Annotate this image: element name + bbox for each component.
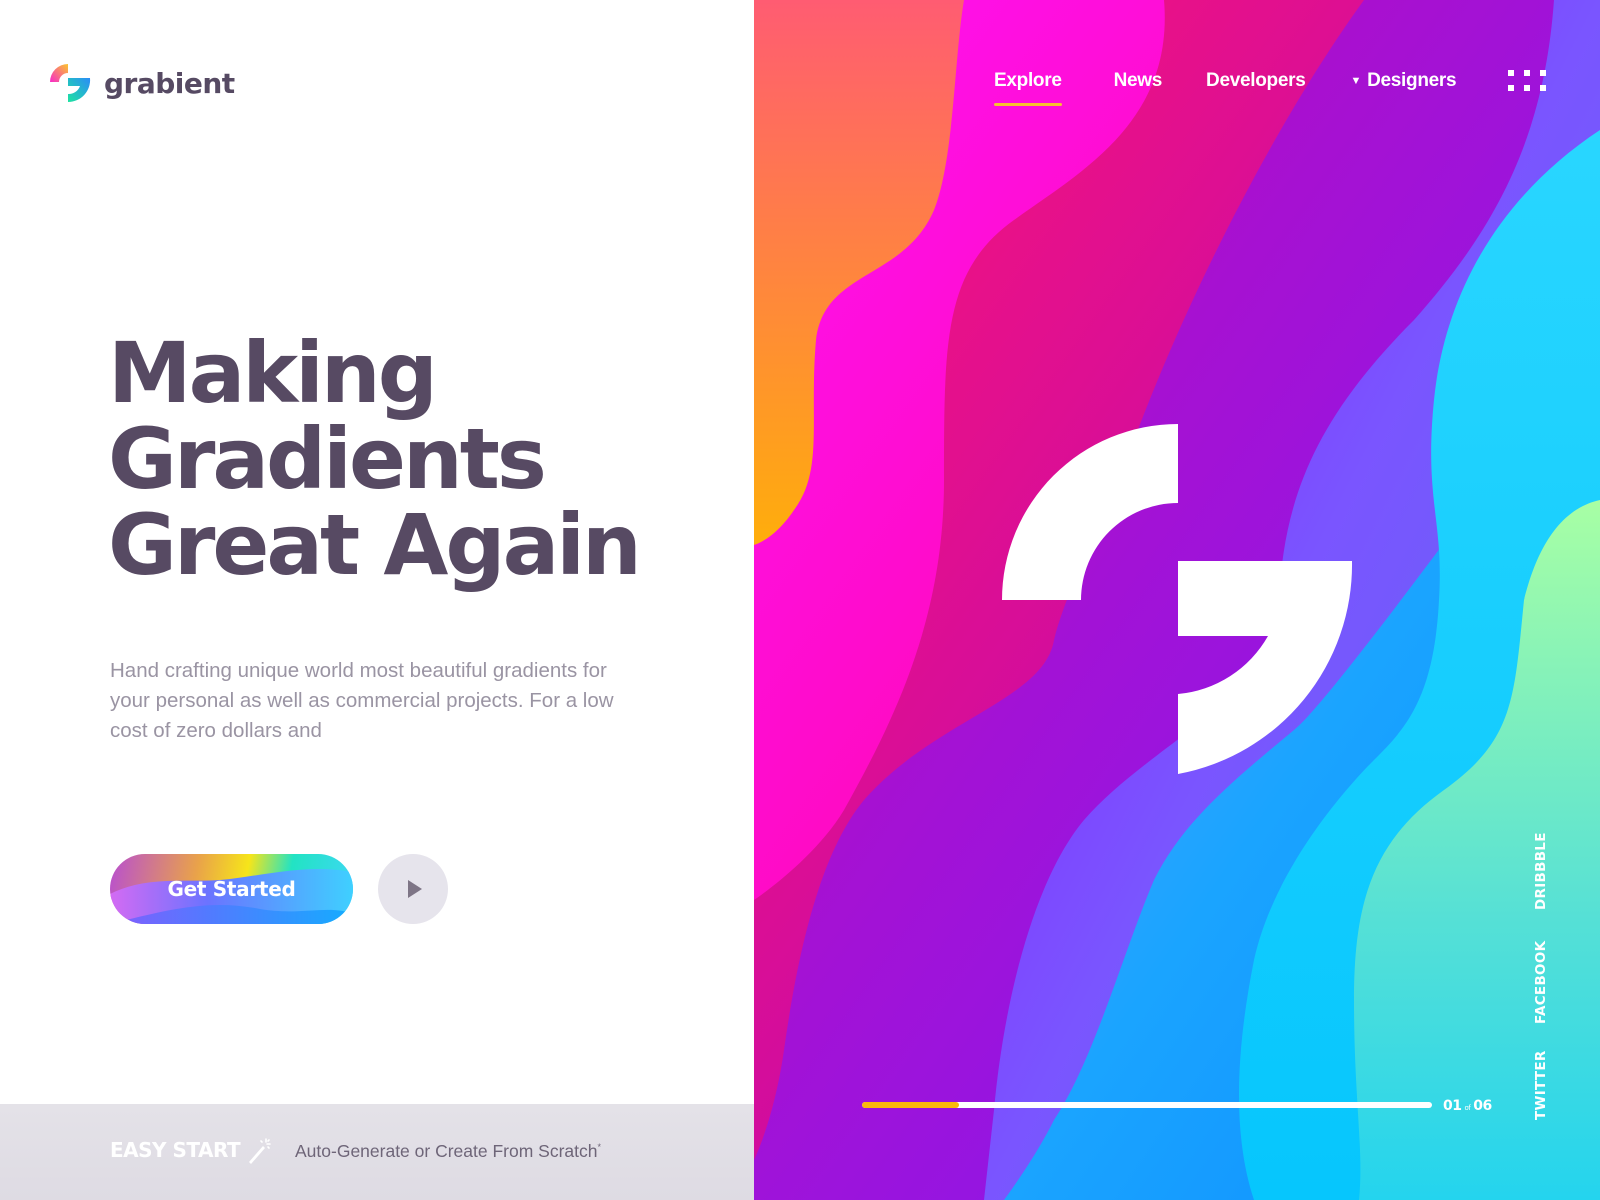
- headline-line-1: Making: [108, 324, 438, 422]
- grid-dots-icon[interactable]: [1508, 70, 1546, 92]
- easy-start-label[interactable]: EASY START: [110, 1138, 241, 1162]
- social-links: TWITTER FACEBOOK DRIBBBLE: [1533, 0, 1559, 1200]
- easy-start-tagline[interactable]: Auto-Generate or Create From Scratch*: [295, 1141, 601, 1162]
- get-started-label: Get Started: [167, 877, 296, 901]
- grabient-g-logo-icon: [50, 64, 91, 103]
- social-link-dribbble[interactable]: DRIBBBLE: [1533, 832, 1549, 910]
- tagline-text: Auto-Generate or Create From Scratch: [295, 1141, 598, 1161]
- slide-progress-bar[interactable]: [862, 1102, 1432, 1108]
- tagline-footnote-mark: *: [597, 1142, 601, 1153]
- headline-line-3: Great Again: [108, 496, 642, 594]
- nav-item-designers[interactable]: ▼ Designers: [1350, 70, 1456, 92]
- play-icon: [408, 880, 422, 898]
- slide-separator: of: [1464, 1104, 1471, 1112]
- get-started-button[interactable]: Get Started: [110, 854, 353, 924]
- magic-wand-icon: [249, 1138, 271, 1164]
- nav-item-developers[interactable]: Developers: [1206, 70, 1306, 92]
- brand-name: grabient: [104, 66, 235, 100]
- main-nav: Explore News Developers ▼ Designers: [994, 70, 1457, 106]
- nav-item-explore[interactable]: Explore: [994, 70, 1062, 106]
- hero-description: Hand crafting unique world most beautifu…: [110, 659, 614, 742]
- hero-artwork-panel: TWITTER FACEBOOK DRIBBBLE: [754, 0, 1600, 1200]
- nav-item-news[interactable]: News: [1114, 70, 1163, 92]
- left-panel: grabient Making Gradients Great Again Ha…: [0, 0, 754, 1200]
- play-video-button[interactable]: [378, 854, 448, 924]
- slide-current: 01: [1443, 1098, 1462, 1114]
- slide-progress-fill: [862, 1102, 959, 1108]
- dropdown-caret-icon: ▼: [1350, 75, 1362, 87]
- slide-total: 06: [1473, 1098, 1492, 1114]
- nav-item-designers-label: Designers: [1367, 70, 1457, 91]
- brand-logo[interactable]: grabient: [50, 62, 235, 104]
- social-link-twitter[interactable]: TWITTER: [1533, 1050, 1549, 1120]
- slide-counter: 01 of 06: [1443, 1098, 1492, 1114]
- gradient-waves-artwork: [754, 0, 1600, 1200]
- headline-line-2: Gradients: [108, 410, 547, 508]
- hero-headline: Making Gradients Great Again: [108, 324, 642, 594]
- social-link-facebook[interactable]: FACEBOOK: [1533, 941, 1549, 1024]
